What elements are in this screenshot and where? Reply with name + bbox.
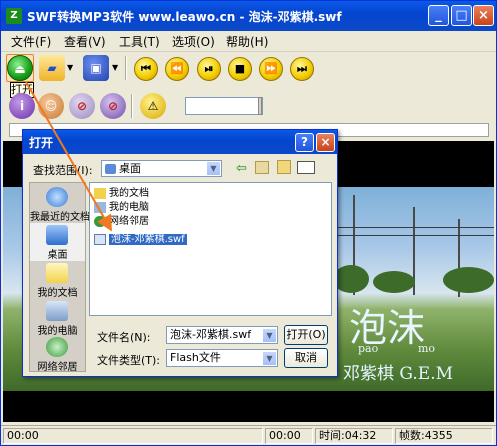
lookin-label: 查找范围(I): (33, 164, 93, 177)
menu-file[interactable]: 文件(F) (11, 33, 51, 50)
place-label: 桌面 (47, 250, 68, 261)
video-disabled-icon[interactable]: ⊘ (69, 93, 95, 119)
menu-help[interactable]: 帮助(H) (226, 33, 268, 50)
warning-icon[interactable]: ⚠ (140, 93, 166, 119)
chevron-down-icon[interactable]: ▼ (206, 161, 221, 176)
filetype-select[interactable]: Flash文件 ▼ (166, 349, 278, 367)
lookin-select[interactable]: 桌面 ▼ (101, 160, 222, 177)
save-dropdown-icon[interactable]: ▼ (112, 63, 118, 72)
toolbar-tools: i ☺ ⊘ ⊘ ⚠ (1, 90, 496, 122)
folder-dropdown-icon[interactable]: ▼ (67, 63, 73, 72)
toolbar-separator (131, 94, 133, 118)
desktop-icon (105, 164, 116, 174)
filetype-label: 文件类型(T): (97, 354, 161, 367)
open-button[interactable]: 打开(O) (284, 325, 328, 345)
title-bar[interactable]: Z SWF转换MP3软件 www.leawo.cn - 泡沫-邓紫棋.swf _… (1, 1, 496, 31)
volume-slider[interactable] (185, 97, 263, 115)
filename-value: 泡沫-邓紫棋.swf (170, 328, 252, 341)
tree (443, 267, 494, 293)
menu-view[interactable]: 查看(V) (64, 33, 106, 50)
network-icon (46, 337, 68, 357)
folder-open-icon[interactable]: ▰ (39, 55, 65, 81)
new-folder-icon[interactable] (277, 160, 291, 174)
tree (373, 271, 415, 293)
fast-forward-icon[interactable]: ⏩ (259, 57, 283, 81)
toolbar-playback: ⏏ ▰ ▼ ▣ ▼ ⏮ ⏪ ⏯ ■ ⏩ ⏭ (1, 52, 496, 86)
minimize-button[interactable]: _ (428, 5, 449, 26)
app-icon: Z (6, 8, 22, 24)
filename-input[interactable]: 泡沫-邓紫棋.swf ▼ (166, 326, 278, 344)
status-position: 00:00 (3, 428, 263, 444)
open-dialog: 打开 ? × 查找范围(I): 桌面 ▼ ⇦ 我最近的文档 桌面 我的文档 我的… (22, 129, 338, 377)
skip-back-icon[interactable]: ⏮ (134, 57, 158, 81)
chevron-down-icon[interactable]: ▼ (262, 328, 277, 343)
place-documents[interactable]: 我的文档 (30, 261, 85, 299)
status-duration: 时间:04:32 (315, 428, 393, 444)
desktop-icon (46, 225, 68, 245)
tree (333, 265, 369, 293)
chevron-down-icon[interactable]: ▼ (262, 351, 277, 366)
info-icon[interactable]: i (9, 93, 35, 119)
place-label: 网络邻居 (37, 362, 78, 373)
dialog-help-button[interactable]: ? (295, 133, 314, 152)
power-line (333, 227, 494, 228)
place-computer[interactable]: 我的电脑 (30, 299, 85, 337)
up-folder-icon[interactable] (255, 161, 269, 174)
status-frames: 帧数:4355 (395, 428, 493, 444)
menu-bar: 文件(F) 查看(V) 工具(T) 选项(O) 帮助(H) (1, 31, 496, 52)
places-bar: 我最近的文档 桌面 我的文档 我的电脑 网络邻居 (29, 182, 90, 373)
rewind-icon[interactable]: ⏪ (165, 57, 189, 81)
list-item[interactable]: 网络邻居 (94, 215, 149, 229)
eject-icon: ⏏ (7, 55, 33, 81)
dialog-close-button[interactable]: × (316, 133, 335, 152)
dialog-title: 打开 (29, 136, 54, 150)
skip-forward-icon[interactable]: ⏭ (290, 57, 314, 81)
documents-icon (46, 263, 68, 283)
swf-file-icon (94, 233, 106, 245)
filetype-value: Flash文件 (170, 351, 221, 364)
save-icon[interactable]: ▣ (83, 55, 109, 81)
computer-icon (46, 301, 68, 321)
status-bar: 00:00 00:00 时间:04:32 帧数:4355 (1, 425, 496, 445)
volume-slider-thumb[interactable] (258, 97, 262, 115)
dialog-title-bar[interactable]: 打开 ? × (23, 130, 337, 154)
view-menu-icon[interactable] (297, 161, 315, 174)
toolbar-separator (125, 56, 127, 80)
place-recent[interactable]: 我最近的文档 (30, 185, 90, 223)
lookin-value: 桌面 (119, 162, 141, 175)
list-item[interactable]: 我的电脑 (94, 201, 149, 215)
computer-icon (94, 201, 106, 213)
list-item[interactable]: 我的文档 (94, 187, 149, 201)
place-label: 我的文档 (37, 288, 78, 299)
place-label: 我最近的文档 (30, 212, 90, 223)
play-pause-icon[interactable]: ⏯ (197, 57, 221, 81)
status-current: 00:00 (265, 428, 313, 444)
folder-icon (94, 187, 106, 199)
maximize-button[interactable]: □ (451, 5, 472, 26)
close-button[interactable]: × (473, 5, 494, 26)
power-line (333, 235, 494, 236)
clock-icon (46, 187, 68, 207)
place-desktop[interactable]: 桌面 (30, 223, 85, 261)
no-access-icon[interactable]: ⊘ (100, 93, 126, 119)
cancel-button[interactable]: 取消 (284, 348, 328, 368)
open-button[interactable]: ⏏ (6, 54, 34, 82)
user-icon[interactable]: ☺ (38, 93, 64, 119)
back-icon[interactable]: ⇦ (236, 161, 247, 176)
window-title: SWF转换MP3软件 www.leawo.cn - 泡沫-邓紫棋.swf (27, 10, 342, 24)
menu-options[interactable]: 选项(O) (172, 33, 215, 50)
stop-icon[interactable]: ■ (228, 57, 252, 81)
menu-tools[interactable]: 工具(T) (119, 33, 160, 50)
place-network[interactable]: 网络邻居 (30, 335, 85, 373)
network-icon (94, 215, 106, 227)
overlay-pinyin-2: mo (418, 342, 436, 355)
filename-label: 文件名(N): (97, 331, 151, 344)
list-item-selected[interactable]: 泡沫-邓紫棋.swf (94, 233, 187, 247)
file-list[interactable]: 我的文档 我的电脑 网络邻居 泡沫-邓紫棋.swf (89, 182, 332, 316)
overlay-artist: 邓紫棋 G.E.M (343, 364, 454, 384)
overlay-pinyin-1: pao (358, 342, 379, 355)
